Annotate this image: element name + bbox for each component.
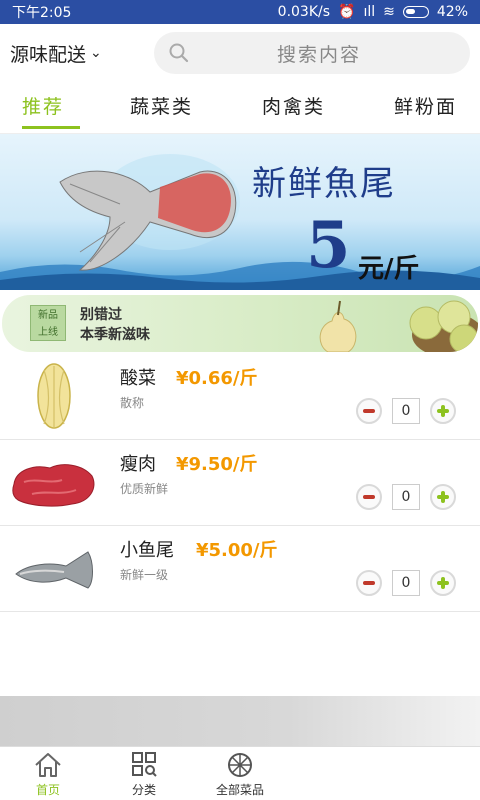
product-row-pickled-cabbage[interactable]: 酸菜 ¥0.66/斤 散称 0 [0, 354, 480, 440]
new-badge-line2: 上线 [38, 327, 58, 338]
wifi-icon: ≋ [383, 4, 395, 20]
bottom-navigation: 首页 分类 全部菜品 [0, 746, 480, 800]
new-product-banner[interactable]: 新品 上线 别错过 本季新滋味 [2, 295, 478, 352]
decrease-button[interactable] [356, 484, 382, 510]
quantity-stepper: 0 [356, 570, 460, 596]
product-price: ¥5.00/斤 [196, 540, 278, 561]
nav-category-label: 分类 [131, 783, 156, 797]
product-desc: 新鲜一级 [120, 568, 169, 582]
banner-title: 新鲜魚尾 [252, 164, 396, 204]
lean-pork-image [12, 464, 95, 507]
nav-all-dishes[interactable]: 全部菜品 [192, 751, 288, 798]
fish-tail-graphic [59, 154, 240, 271]
nav-category[interactable]: 分类 [96, 751, 192, 798]
search-bar[interactable]: 搜索内容 [154, 32, 470, 74]
tab-vegetables[interactable]: 蔬菜类 [130, 92, 193, 119]
nav-home-label: 首页 [35, 783, 60, 797]
tab-recommend[interactable]: 推荐 [22, 92, 64, 119]
banner-price: 5 [306, 208, 351, 283]
top-bar: 源味配送 ⌄ 搜索内容 [0, 24, 480, 82]
quantity-value[interactable]: 0 [392, 570, 420, 596]
product-row-lean-pork[interactable]: 瘦肉 ¥9.50/斤 优质新鲜 0 [0, 440, 480, 526]
new-badge-line1: 新品 [38, 310, 58, 321]
tab-fresh-noodles[interactable]: 鲜粉面 [394, 92, 457, 119]
tab-meat-poultry[interactable]: 肉禽类 [262, 92, 325, 119]
quantity-value[interactable]: 0 [392, 398, 420, 424]
location-selector[interactable]: 源味配送 ⌄ [10, 40, 150, 67]
product-name: 酸菜 [120, 368, 156, 389]
category-icon [132, 752, 157, 777]
cart-bar-placeholder [0, 696, 480, 746]
chevron-down-icon: ⌄ [90, 45, 102, 61]
quantity-stepper: 0 [356, 484, 460, 510]
promo-banner[interactable]: 新鲜魚尾 5 元/斤 [0, 134, 480, 290]
banner-unit: 元/斤 [358, 254, 420, 284]
active-tab-indicator [22, 126, 80, 129]
product-desc: 优质新鲜 [120, 482, 169, 496]
decrease-button[interactable] [356, 398, 382, 424]
nav-all-dishes-label: 全部菜品 [215, 783, 264, 797]
new-badge: 新品 上线 [30, 305, 66, 341]
quantity-stepper: 0 [356, 398, 460, 424]
alarm-icon: ⏰ [338, 4, 356, 20]
promo-headline: 别错过 [80, 307, 122, 323]
location-label: 源味配送 [10, 43, 87, 66]
battery-icon [402, 6, 429, 18]
product-price: ¥0.66/斤 [176, 368, 258, 389]
product-row-fish-tail[interactable]: 小鱼尾 ¥5.00/斤 新鲜一级 0 [0, 526, 480, 612]
product-name: 瘦肉 [120, 454, 156, 475]
search-placeholder: 搜索内容 [276, 43, 361, 66]
decrease-button[interactable] [356, 570, 382, 596]
product-desc: 散称 [120, 396, 145, 410]
battery-percent: 42% [436, 4, 468, 20]
status-time: 下午2:05 [12, 5, 72, 21]
signal-icon: ıll [363, 4, 376, 20]
increase-button[interactable] [430, 570, 456, 596]
nav-home[interactable]: 首页 [0, 751, 96, 798]
increase-button[interactable] [430, 484, 456, 510]
network-speed: 0.03K/s [277, 4, 331, 20]
pickled-cabbage-image [37, 363, 71, 429]
status-right: 0.03K/s ⏰ ıll ≋ 42% [278, 4, 468, 20]
pear-graphic [319, 300, 478, 352]
quantity-value[interactable]: 0 [392, 484, 420, 510]
home-icon [35, 753, 61, 777]
product-price: ¥9.50/斤 [176, 454, 258, 475]
fish-tail-image [15, 551, 93, 589]
increase-button[interactable] [430, 398, 456, 424]
status-bar: 下午2:05 0.03K/s ⏰ ıll ≋ 42% [0, 0, 480, 24]
promo-subline: 本季新滋味 [80, 327, 150, 343]
all-dishes-icon [228, 753, 252, 777]
search-icon [169, 43, 189, 63]
product-name: 小鱼尾 [120, 540, 174, 561]
category-tabs: 推荐 蔬菜类 肉禽类 鲜粉面 [0, 82, 480, 134]
